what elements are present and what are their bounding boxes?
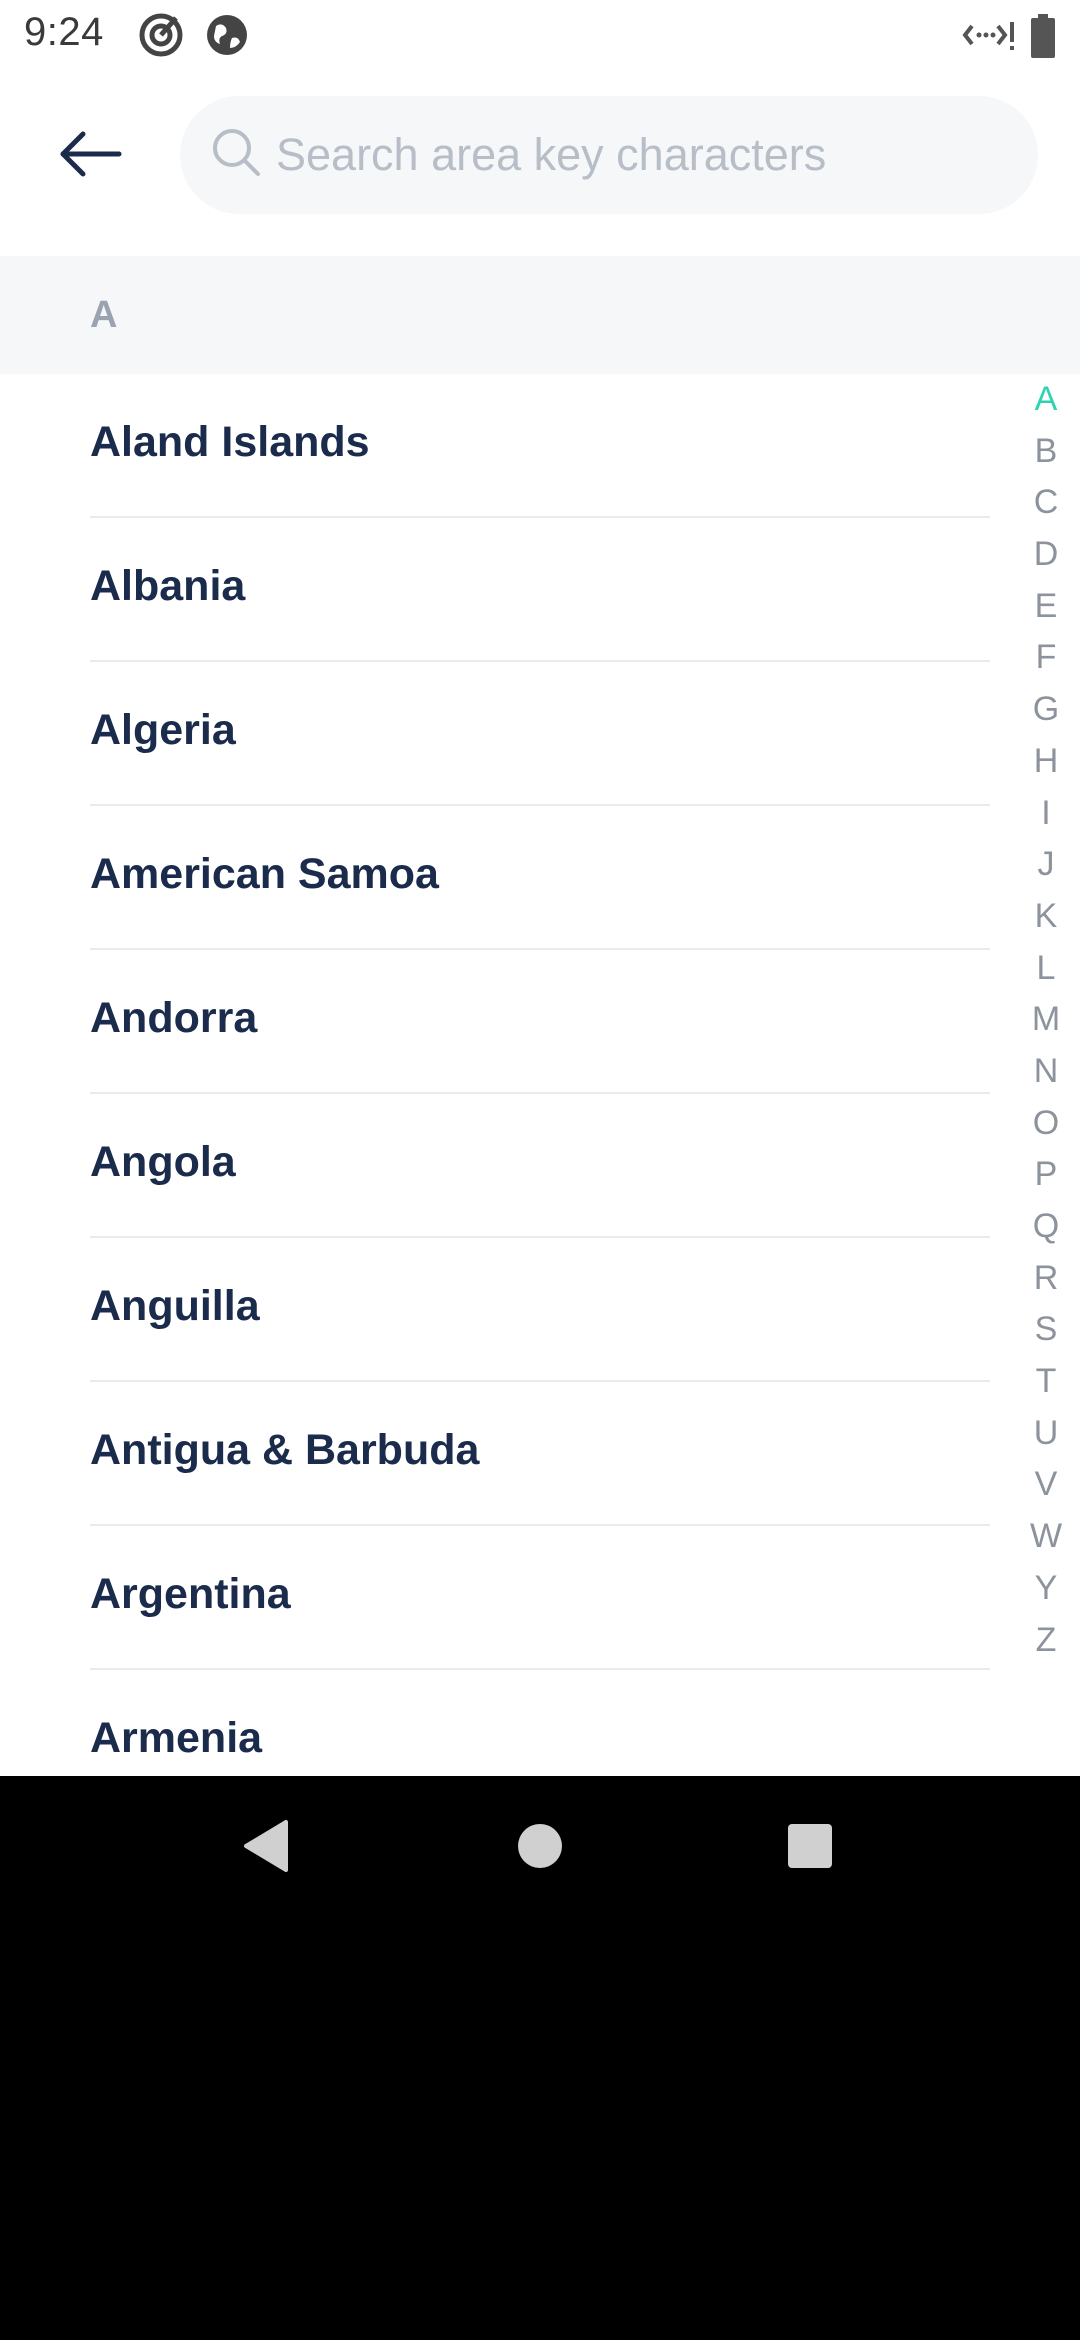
country-name: Aland Islands xyxy=(90,418,370,466)
index-letter-u[interactable]: U xyxy=(1034,1408,1059,1460)
recents-square-icon[interactable] xyxy=(786,1818,834,1879)
index-letter-z[interactable]: Z xyxy=(1036,1615,1057,1667)
country-name: Argentina xyxy=(90,1570,291,1618)
index-letter-p[interactable]: P xyxy=(1035,1149,1058,1201)
index-letter-v[interactable]: V xyxy=(1035,1459,1058,1511)
index-letter-h[interactable]: H xyxy=(1034,736,1059,788)
arrow-left-icon xyxy=(57,129,123,184)
country-name: Albania xyxy=(90,562,246,610)
country-name: Antigua & Barbuda xyxy=(90,1426,480,1474)
country-item[interactable]: Angola xyxy=(0,1094,1000,1238)
index-letter-g[interactable]: G xyxy=(1033,684,1059,736)
search-icon xyxy=(210,126,264,185)
country-name: Anguilla xyxy=(90,1282,260,1330)
index-letter-f[interactable]: F xyxy=(1036,632,1057,684)
country-name: Angola xyxy=(90,1138,236,1186)
country-name: Andorra xyxy=(90,994,258,1042)
index-letter-n[interactable]: N xyxy=(1034,1046,1059,1098)
index-letter-e[interactable]: E xyxy=(1035,581,1058,633)
target-icon xyxy=(138,12,184,63)
country-item[interactable]: Anguilla xyxy=(0,1238,1000,1382)
country-item[interactable]: Argentina xyxy=(0,1526,1000,1670)
country-item[interactable]: Andorra xyxy=(0,950,1000,1094)
back-button[interactable] xyxy=(40,106,140,206)
country-item[interactable]: Albania xyxy=(0,518,1000,662)
status-time: 9:24 xyxy=(24,10,104,54)
index-letter-s[interactable]: S xyxy=(1035,1304,1058,1356)
index-letter-r[interactable]: R xyxy=(1034,1253,1059,1305)
index-letter-d[interactable]: D xyxy=(1034,529,1059,581)
index-letter-o[interactable]: O xyxy=(1033,1098,1059,1150)
index-letter-q[interactable]: Q xyxy=(1033,1201,1059,1253)
country-item[interactable]: American Samoa xyxy=(0,806,1000,950)
index-letter-t[interactable]: T xyxy=(1036,1356,1057,1408)
index-letter-l[interactable]: L xyxy=(1037,943,1056,995)
country-list: Aland Islands Albania Algeria American S… xyxy=(0,374,1000,1776)
alphabet-index[interactable]: ABCDEFGHIJKLMNOPQRSTUVWYZ xyxy=(1028,374,1064,1666)
index-letter-c[interactable]: C xyxy=(1034,477,1059,529)
back-triangle-icon[interactable] xyxy=(240,1818,290,1879)
country-item[interactable]: Armenia xyxy=(0,1670,1000,1776)
country-item[interactable]: Algeria xyxy=(0,662,1000,806)
index-letter-j[interactable]: J xyxy=(1038,839,1055,891)
index-letter-b[interactable]: B xyxy=(1035,426,1058,478)
index-letter-w[interactable]: W xyxy=(1030,1511,1062,1563)
index-letter-a[interactable]: A xyxy=(1035,374,1058,426)
country-item[interactable]: Aland Islands xyxy=(0,374,1000,518)
index-letter-m[interactable]: M xyxy=(1032,994,1060,1046)
index-letter-y[interactable]: Y xyxy=(1035,1563,1058,1615)
globe-icon xyxy=(204,12,250,63)
navigation-bar xyxy=(0,1776,1080,1918)
home-circle-icon[interactable] xyxy=(516,1818,564,1879)
screen: 9:24 Search area key characters A Aland … xyxy=(0,0,1080,1776)
index-letter-i[interactable]: I xyxy=(1041,788,1050,840)
data-transfer-icon xyxy=(962,18,1016,57)
search-input[interactable] xyxy=(276,114,1016,196)
section-letter: A xyxy=(90,294,118,336)
country-item[interactable]: Antigua & Barbuda xyxy=(0,1382,1000,1526)
status-bar: 9:24 xyxy=(0,0,1080,72)
battery-icon xyxy=(1030,14,1056,63)
country-name: Armenia xyxy=(90,1714,263,1762)
search-box[interactable] xyxy=(180,96,1038,214)
country-name: American Samoa xyxy=(90,850,439,898)
section-header: A xyxy=(0,256,1080,374)
index-letter-k[interactable]: K xyxy=(1035,891,1058,943)
country-name: Algeria xyxy=(90,706,236,754)
